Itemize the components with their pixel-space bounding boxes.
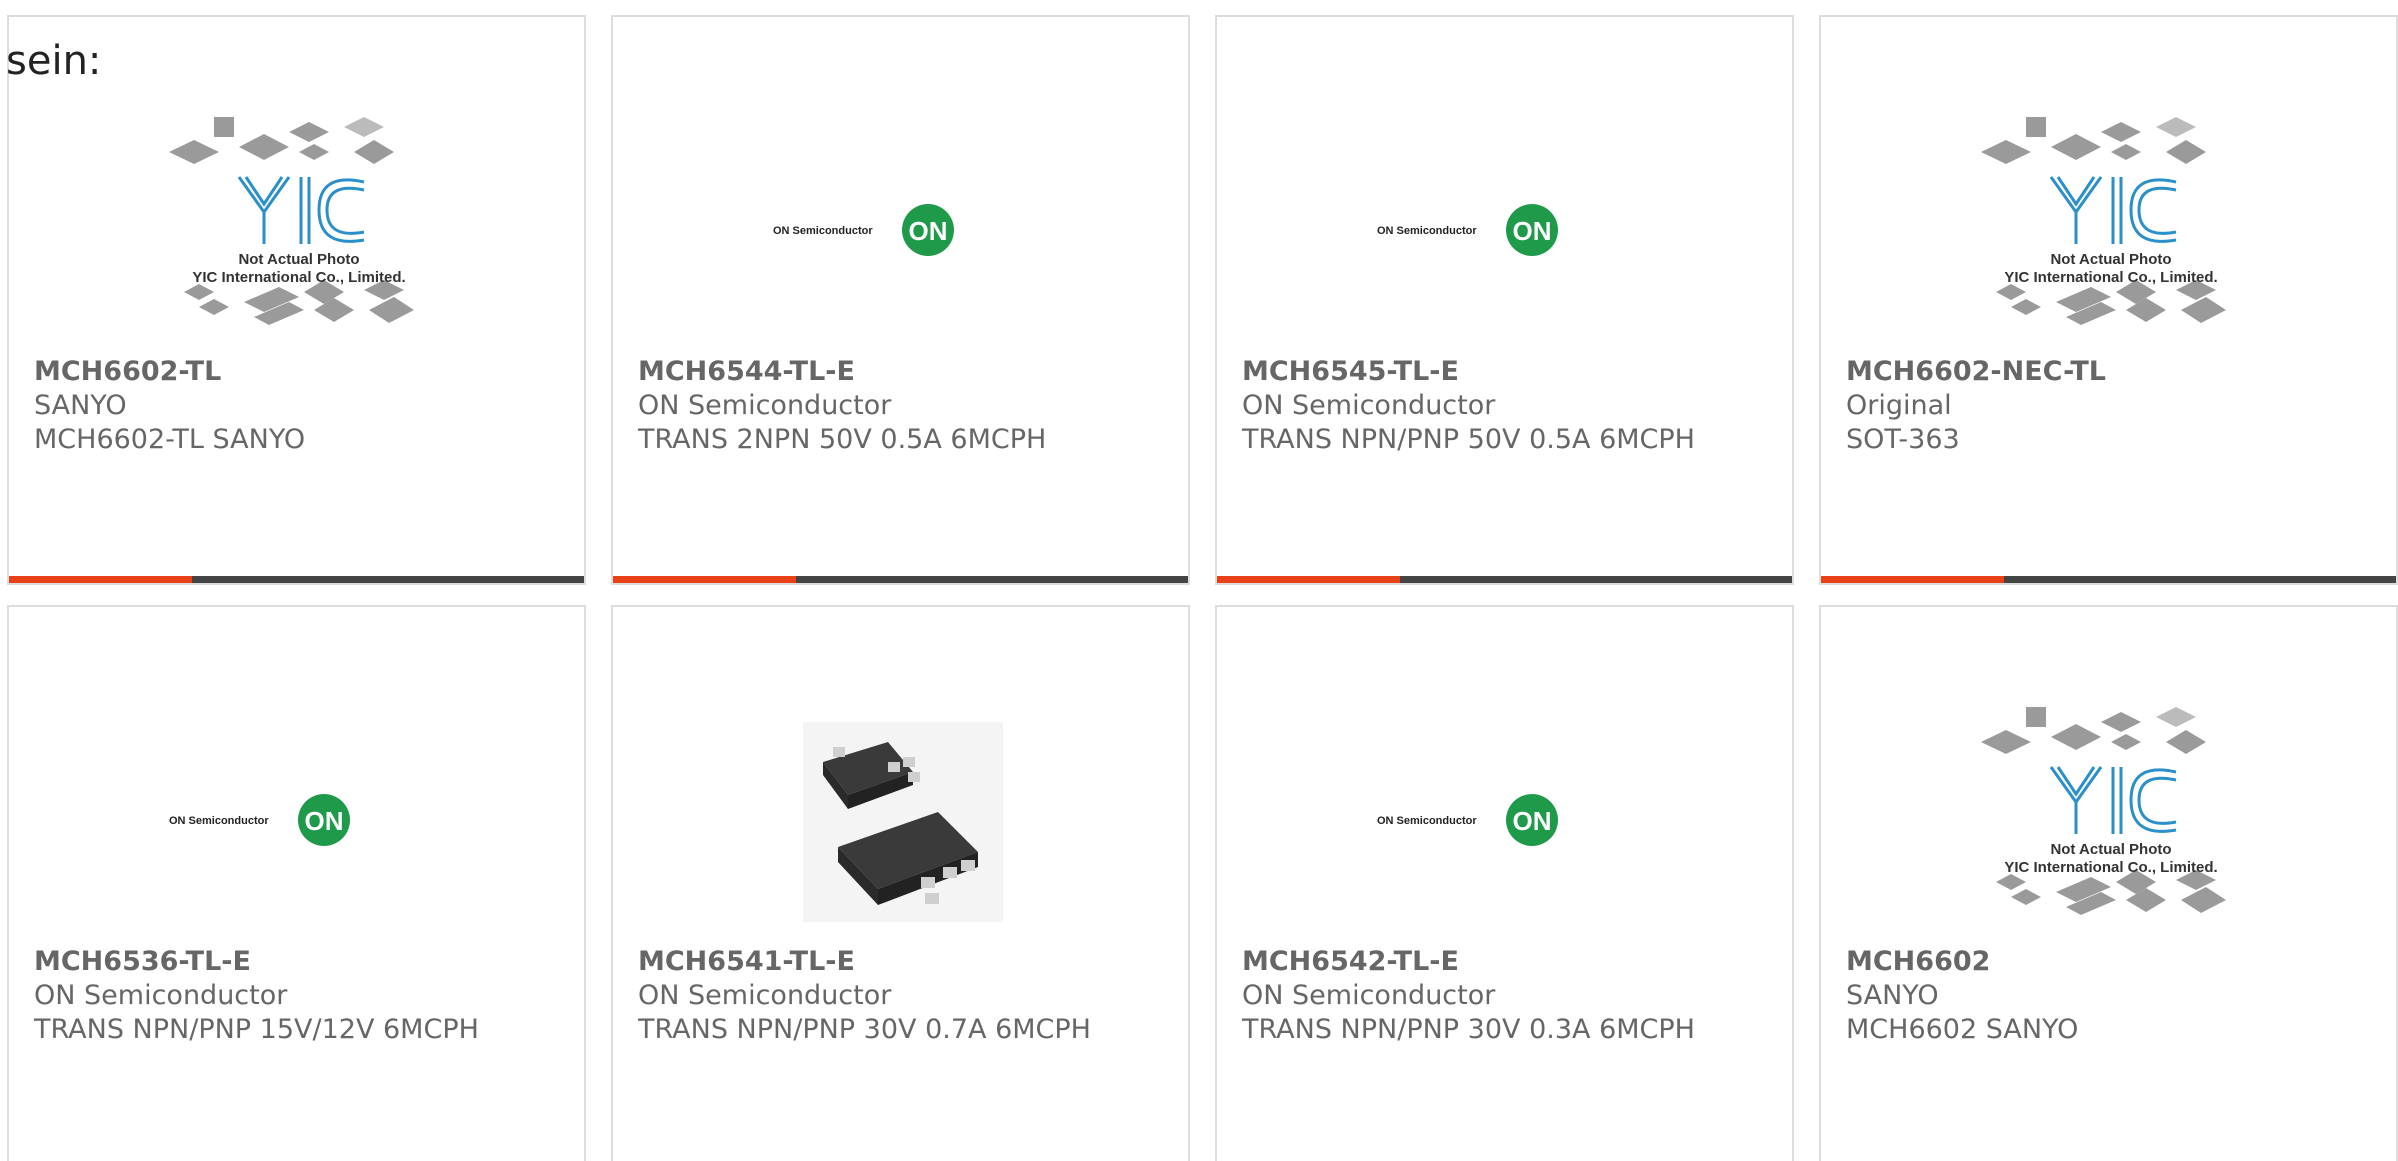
on-badge: ON [1513, 216, 1552, 246]
product-card[interactable]: Not Actual Photo YIC International Co., … [1819, 15, 2398, 585]
placeholder-line1: Not Actual Photo [2050, 841, 2171, 858]
on-semiconductor-logo: ON Semiconductor ON [1317, 102, 1697, 362]
on-semiconductor-logo: ON Semiconductor ON [1317, 692, 1697, 952]
card-accent [613, 576, 796, 583]
chip-photo-image [713, 692, 1093, 952]
part-number[interactable]: MCH6602-NEC-TL [1846, 355, 2386, 389]
placeholder-line1: Not Actual Photo [238, 251, 359, 268]
placeholder-line2: YIC International Co., Limited. [192, 269, 405, 286]
card-bar [1821, 576, 2396, 583]
part-number[interactable]: MCH6536-TL-E [34, 945, 574, 979]
on-badge: ON [909, 216, 948, 246]
description: MCH6602-TL SANYO [34, 424, 306, 455]
card-accent [1217, 576, 1400, 583]
on-logo-text: ON Semiconductor [169, 815, 269, 827]
on-badge: ON [1513, 806, 1552, 836]
description: TRANS 2NPN 50V 0.5A 6MCPH [638, 424, 1047, 455]
manufacturer: ON Semiconductor [638, 980, 892, 1011]
product-card[interactable]: Not Actual Photo YIC International Co., … [7, 15, 586, 585]
part-number[interactable]: MCH6602-TL [34, 355, 574, 389]
on-logo-text: ON Semiconductor [1377, 815, 1477, 827]
manufacturer: ON Semiconductor [1242, 390, 1496, 421]
product-card[interactable]: ON Semiconductor ON MCH6544-TL-E ON Semi… [611, 15, 1190, 585]
placeholder-line2: YIC International Co., Limited. [2004, 269, 2217, 286]
description: MCH6602 SANYO [1846, 1014, 2079, 1045]
placeholder-line1: Not Actual Photo [2050, 251, 2171, 268]
card-bar [9, 576, 584, 583]
on-semiconductor-logo: ON Semiconductor ON [713, 102, 1093, 362]
product-card[interactable]: ON Semiconductor ON MCH6542-TL-E ON Semi… [1215, 605, 1794, 1161]
manufacturer: Original [1846, 390, 1952, 421]
part-number[interactable]: MCH6542-TL-E [1242, 945, 1782, 979]
product-card[interactable]: MCH6541-TL-E ON Semiconductor TRANS NPN/… [611, 605, 1190, 1161]
part-number[interactable]: MCH6544-TL-E [638, 355, 1178, 389]
manufacturer: ON Semiconductor [34, 980, 288, 1011]
product-grid-page: sein: Not Actual Photo YIC International… [0, 0, 2398, 1161]
product-card[interactable]: Not Actual Photo YIC International Co., … [1819, 605, 2398, 1161]
card-bar [613, 576, 1188, 583]
product-card[interactable]: ON Semiconductor ON MCH6545-TL-E ON Semi… [1215, 15, 1794, 585]
description: TRANS NPN/PNP 30V 0.7A 6MCPH [638, 1014, 1091, 1045]
on-logo-text: ON Semiconductor [1377, 225, 1477, 237]
card-bar [1217, 576, 1792, 583]
on-logo-text: ON Semiconductor [773, 225, 873, 237]
part-number[interactable]: MCH6545-TL-E [1242, 355, 1782, 389]
card-accent [1821, 576, 2004, 583]
on-semiconductor-logo: ON Semiconductor ON [109, 692, 489, 952]
placeholder-line2: YIC International Co., Limited. [2004, 859, 2217, 876]
description: SOT-363 [1846, 424, 1960, 455]
part-number[interactable]: MCH6602 [1846, 945, 2386, 979]
part-number[interactable]: MCH6541-TL-E [638, 945, 1178, 979]
yic-placeholder-image: Not Actual Photo YIC International Co., … [1921, 692, 2301, 952]
yic-placeholder-image: Not Actual Photo YIC International Co., … [1921, 102, 2301, 362]
on-badge: ON [305, 806, 344, 836]
manufacturer: ON Semiconductor [638, 390, 892, 421]
manufacturer: SANYO [1846, 980, 1939, 1011]
manufacturer: SANYO [34, 390, 127, 421]
page-label: sein: [6, 38, 102, 84]
product-card[interactable]: ON Semiconductor ON MCH6536-TL-E ON Semi… [7, 605, 586, 1161]
description: TRANS NPN/PNP 15V/12V 6MCPH [34, 1014, 479, 1045]
yic-placeholder-image: Not Actual Photo YIC International Co., … [109, 102, 489, 362]
card-accent [9, 576, 192, 583]
description: TRANS NPN/PNP 30V 0.3A 6MCPH [1242, 1014, 1695, 1045]
manufacturer: ON Semiconductor [1242, 980, 1496, 1011]
description: TRANS NPN/PNP 50V 0.5A 6MCPH [1242, 424, 1695, 455]
